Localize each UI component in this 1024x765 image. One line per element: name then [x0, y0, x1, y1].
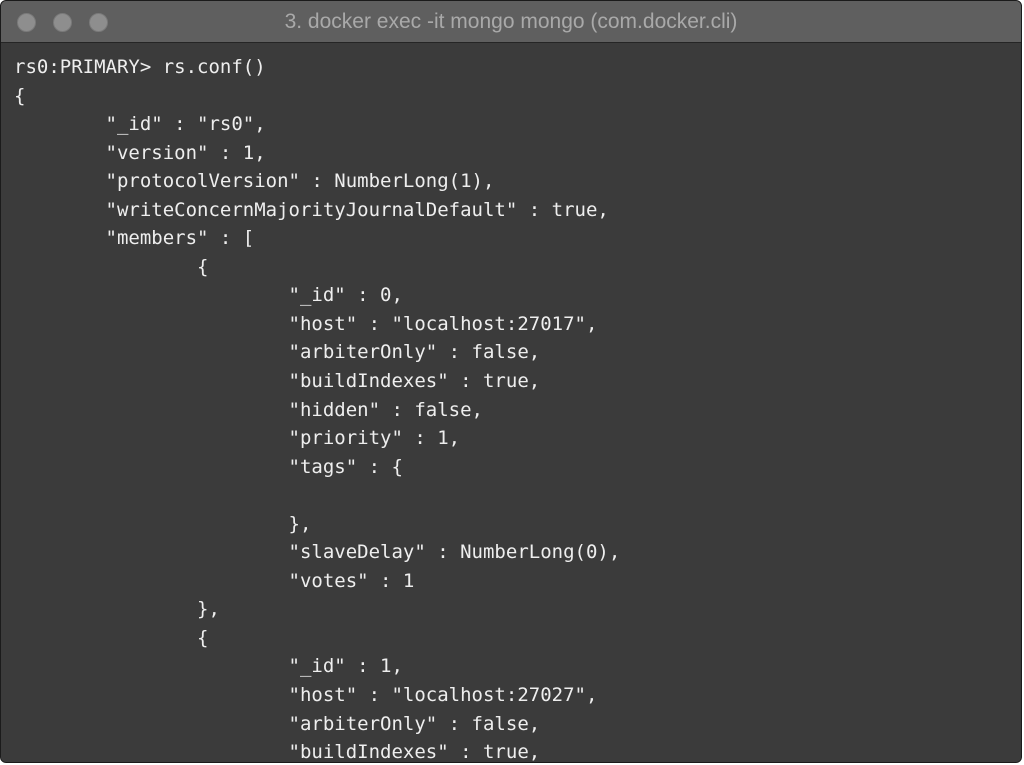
terminal-line: "arbiterOnly" : false, — [14, 712, 541, 735]
title-bar[interactable]: 3. docker exec -it mongo mongo (com.dock… — [1, 1, 1021, 43]
terminal-output: rs0:PRIMARY> rs.conf() { "_id" : "rs0", … — [14, 53, 1021, 762]
terminal-line: "host" : "localhost:27017", — [14, 312, 598, 335]
terminal-line: "tags" : { — [14, 455, 403, 478]
window-title: 3. docker exec -it mongo mongo (com.dock… — [284, 10, 738, 33]
terminal-line: { — [14, 84, 26, 107]
terminal-line: "priority" : 1, — [14, 427, 461, 450]
terminal-line: "version" : 1, — [14, 141, 266, 164]
terminal-line: "slaveDelay" : NumberLong(0), — [14, 541, 621, 564]
terminal-line: "buildIndexes" : true, — [14, 370, 541, 393]
terminal-line: "host" : "localhost:27027", — [14, 684, 598, 707]
terminal-line: { — [14, 255, 209, 278]
terminal-line: }, — [14, 598, 220, 621]
terminal-line: "buildIndexes" : true, — [14, 741, 541, 762]
terminal-line: "protocolVersion" : NumberLong(1), — [14, 170, 495, 193]
terminal-line: "arbiterOnly" : false, — [14, 341, 541, 364]
terminal-line: "hidden" : false, — [14, 398, 483, 421]
terminal-line: "_id" : "rs0", — [14, 113, 266, 136]
terminal-line: "members" : [ — [14, 227, 255, 250]
terminal-line: "_id" : 0, — [14, 284, 403, 307]
terminal-line: rs0:PRIMARY> rs.conf() — [14, 56, 266, 78]
terminal-line: "votes" : 1 — [14, 569, 415, 592]
terminal-line: }, — [14, 512, 312, 535]
terminal-line: "_id" : 1, — [14, 655, 403, 678]
terminal-window: 3. docker exec -it mongo mongo (com.dock… — [0, 0, 1022, 763]
terminal-content[interactable]: rs0:PRIMARY> rs.conf() { "_id" : "rs0", … — [1, 43, 1021, 762]
terminal-line: { — [14, 626, 209, 649]
terminal-line: "writeConcernMajorityJournalDefault" : t… — [14, 198, 609, 221]
